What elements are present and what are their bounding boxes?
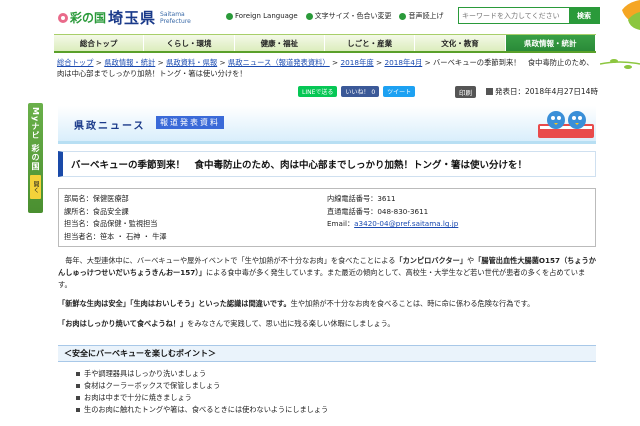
person-team: 担当名：食品保健・監視担当 — [64, 219, 158, 228]
banner-tag: 報道発表資料 — [156, 116, 224, 129]
tip-text: お肉は中まで十分に焼きましょう — [84, 393, 192, 402]
site-header: 彩の国 埼玉県 Saitama Prefecture Foreign Langu… — [0, 0, 640, 34]
logo-prefix: 彩の国 — [70, 11, 107, 25]
breadcrumb-link[interactable]: 県政情報・統計 — [104, 58, 155, 67]
leaf-branch-icon — [600, 59, 640, 69]
breadcrumb-separator: > — [329, 58, 341, 67]
foreign-language-label: Foreign Language — [235, 12, 298, 20]
list-item: お肉は中まで十分に焼きましょう — [76, 392, 328, 404]
search-button[interactable]: 検索 — [569, 8, 599, 23]
tweet-button[interactable]: ツイート — [383, 86, 416, 97]
section-heading: ＜安全にバーベキューを楽しむポイント＞ — [58, 345, 596, 362]
breadcrumb-separator: > — [155, 58, 167, 67]
tip-text: 生のお肉に触れたトングや箸は、食べるときには使わないようにしましょう — [84, 405, 329, 414]
p2-bold: 「新鮮な生肉は安全」「生肉はおいしそう」といった認識は間違いです。 — [58, 299, 291, 308]
logo-sub-line-1: Saitama — [160, 10, 185, 18]
direct-phone: 直通電話番号：048-830-3611 — [327, 206, 429, 216]
list-item: 食材はクーラーボックスで保管しましょう — [76, 380, 328, 392]
email-link[interactable]: a3420-04@pref.saitama.lg.jp — [354, 219, 458, 228]
breadcrumb-separator: > — [422, 58, 434, 67]
voice-link[interactable]: 音声読上げ — [399, 11, 443, 21]
mascot-icon — [538, 111, 594, 138]
line-share-button[interactable]: LINEで送る — [298, 86, 338, 97]
leaf-decoration-icon — [622, 0, 640, 30]
voice-label: 音声読上げ — [408, 12, 444, 20]
foreign-language-link[interactable]: Foreign Language — [226, 12, 298, 20]
page: 彩の国 埼玉県 Saitama Prefecture Foreign Langu… — [0, 0, 640, 426]
body-paragraph-3: 「お肉はしっかり焼いて食べようね！」をみなさんで実践して、思い出に残る楽しい休暇… — [58, 318, 596, 330]
body-paragraph-1: 毎年、大型連休中に、バーベキューや屋外イベントで「生や加熱が不十分なお肉」を食べ… — [58, 255, 596, 291]
breadcrumb-separator: > — [93, 58, 105, 67]
email-row: Email：a3420-04@pref.saitama.lg.jp — [327, 218, 590, 231]
nav-culture[interactable]: 文化・教育 — [415, 35, 506, 51]
publish-date: 発表日：2018年4月27日14時 — [486, 86, 598, 97]
my-navi-label: Myナビ 彩の国 — [31, 107, 40, 171]
p3-text: をみなさんで実践して、思い出に残る楽しい休暇にしましょう。 — [187, 319, 395, 328]
nav-government[interactable]: 県政情報・統計 — [505, 35, 596, 51]
list-item: 手や調理器具はしっかり洗いましょう — [76, 368, 328, 380]
p1-text-a: 毎年、大型連休中に、バーベキューや屋外イベントで「生や加熱が不十分なお肉」を食べ… — [58, 256, 396, 265]
site-logo[interactable]: 彩の国 埼玉県 Saitama Prefecture — [58, 7, 191, 28]
print-button[interactable]: 印刷 — [455, 86, 476, 98]
bullet-icon — [76, 372, 80, 376]
calendar-icon — [486, 88, 493, 95]
my-navi-tab[interactable]: Myナビ 彩の国 開く — [28, 103, 43, 213]
bullet-icon — [76, 408, 80, 412]
email-label: Email： — [327, 219, 355, 228]
text-size-icon — [305, 12, 313, 20]
bullet-icon — [76, 384, 80, 388]
contact-info-right: 内線電話番号：3611 直通電話番号：048-830-3611 Email：a3… — [327, 193, 590, 242]
tip-text: 手や調理器具はしっかり洗いましょう — [84, 369, 207, 378]
breadcrumb-separator: > — [217, 58, 228, 67]
share-buttons: LINEで送る いいね！ 0 ツイート — [298, 86, 416, 97]
p1-campylobacter: 「カンピロバクター」 — [395, 256, 467, 265]
publish-date-text: 発表日：2018年4月27日14時 — [495, 87, 598, 96]
tip-text: 食材はクーラーボックスで保管しましょう — [84, 381, 221, 390]
contact-info: 部局名：保健医療部 課所名：食品安全課 担当名：食品保健・監視担当 担当者名：笹… — [58, 188, 596, 247]
ext-phone: 内線電話番号：3611 — [327, 194, 396, 203]
search-box: 検索 — [458, 7, 600, 24]
logo-sub-line-2: Prefecture — [160, 17, 191, 25]
body-paragraph-2: 「新鮮な生肉は安全」「生肉はおいしそう」といった認識は間違いです。生や加熱が不十… — [58, 298, 596, 310]
dept-name: 部局名：保健医療部 — [64, 194, 129, 203]
text-size-link[interactable]: 文字サイズ・色合い変更 — [305, 11, 392, 21]
search-input[interactable] — [459, 8, 569, 23]
text-size-label: 文字サイズ・色合い変更 — [314, 12, 392, 20]
logo-mark-icon — [58, 12, 68, 23]
logo-main: 埼玉県 — [108, 9, 157, 27]
logo-sub: Saitama Prefecture — [160, 11, 191, 25]
news-banner: 県政ニュース 報道発表資料 — [58, 106, 596, 144]
speaker-icon — [399, 12, 407, 20]
utility-links: Foreign Language 文字サイズ・色合い変更 音声読上げ — [226, 11, 443, 21]
nav-top[interactable]: 総合トップ — [54, 35, 145, 51]
page-title: バーベキューの季節到来！ 食中毒防止のため、肉は中心部までしっかり加熱！トング・… — [58, 151, 596, 177]
banner-title: 県政ニュース — [74, 121, 146, 132]
contact-names: 担当者名：笹本 ・ 石神 ・ 牛澤 — [64, 231, 167, 241]
breadcrumb: 総合トップ > 県政情報・統計 > 県政資料・県報 > 県政ニュース（報道発表資… — [57, 57, 597, 79]
nav-life[interactable]: くらし・環境 — [144, 35, 235, 51]
p3-bold: 「お肉はしっかり焼いて食べようね！」 — [58, 319, 188, 328]
nav-work[interactable]: しごと・産業 — [324, 35, 416, 51]
breadcrumb-link[interactable]: 2018年4月 — [384, 58, 422, 67]
breadcrumb-link[interactable]: 2018年度 — [341, 58, 374, 67]
bullet-icon — [76, 396, 80, 400]
list-item: 生のお肉に触れたトングや箸は、食べるときには使わないようにしましょう — [76, 404, 328, 416]
tips-list: 手や調理器具はしっかり洗いましょう 食材はクーラーボックスで保管しましょう お肉… — [76, 368, 328, 416]
facebook-like-button[interactable]: いいね！ 0 — [341, 86, 380, 97]
contact-info-left: 部局名：保健医療部 課所名：食品安全課 担当名：食品保健・監視担当 担当者名：笹… — [64, 193, 327, 242]
breadcrumb-link[interactable]: 県政ニュース（報道発表資料） — [228, 58, 330, 67]
breadcrumb-link[interactable]: 県政資料・県報 — [166, 58, 217, 67]
breadcrumb-link[interactable]: 総合トップ — [57, 58, 93, 67]
my-navi-open-button[interactable]: 開く — [30, 174, 41, 199]
section-name: 課所名：食品安全課 — [64, 206, 129, 216]
breadcrumb-separator: > — [373, 58, 385, 67]
nav-health[interactable]: 健康・福祉 — [234, 35, 325, 51]
globe-icon — [226, 12, 233, 20]
global-nav: 総合トップ くらし・環境 健康・福祉 しごと・産業 文化・教育 県政情報・統計 — [54, 34, 596, 53]
p2-text: 生や加熱が不十分なお肉を食べることは、時に命に係わる危険な行為です。 — [290, 299, 535, 308]
